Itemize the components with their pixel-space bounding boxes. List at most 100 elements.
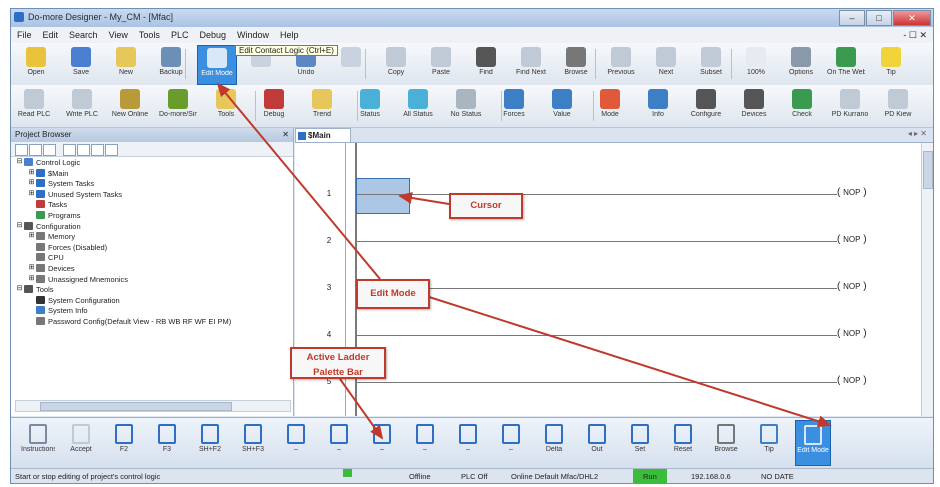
menu-edit[interactable]: Edit [43,27,59,43]
toolbar-button-devices[interactable]: Devices [735,87,773,125]
tree-item-cpu[interactable]: CPU [13,253,291,264]
palette-button-instructions-0[interactable]: Instructions [21,420,55,464]
tree-item-configuration[interactable]: ⊟ Configuration [13,221,291,233]
palette-button-delta-12[interactable]: Delta [537,420,571,464]
toolbar-button-pd-kiew[interactable]: PD Kiew [879,87,917,125]
expander-icon[interactable] [27,317,36,326]
ladder-editor[interactable]: ◂ ▸ ✕ $Main 1 ( NOP ) 2 ( NOP ) 3 ( NOP ) 4 ( N… [295,128,933,433]
expander-icon[interactable] [27,200,36,209]
palette-button-tip-17[interactable]: Tip [752,420,786,464]
tree-item-system-configuration[interactable]: System Configuration [13,295,291,307]
palette-button-sh-f2-4[interactable]: SH+F2 [193,420,227,464]
toolbar-button-do-more-sim[interactable]: Do-more/Sim [159,87,197,125]
toolbar-button-value[interactable]: Value [543,87,581,125]
palette-button-accept-1[interactable]: Accept [64,420,98,464]
toolbar-button-new[interactable]: New [107,45,145,83]
toolbar-button-browse[interactable]: Browse [557,45,595,83]
expander-icon[interactable]: ⊞ [27,190,36,199]
expander-icon[interactable] [27,243,36,252]
palette-button-sh-f3-5[interactable]: SH+F3 [236,420,270,464]
toolbar-button-options[interactable]: Options [782,45,820,83]
toolbar-button-100[interactable]: 100% [737,45,775,83]
palette-button-f2-2[interactable]: F2 [107,420,141,464]
toolbar-button-new-online[interactable]: New Online [111,87,149,125]
menu-window[interactable]: Window [237,27,269,43]
palette-button-out-13[interactable]: Out [580,420,614,464]
scrollbar-thumb[interactable] [923,151,933,189]
toolbar-button-previous[interactable]: Previous [602,45,640,83]
maximize-button[interactable]: □ [866,10,892,26]
toolbar-button-open[interactable]: Open [17,45,55,83]
toolbar-button-no-status[interactable]: No Status [447,87,485,125]
tree-item-unused-system-tasks[interactable]: ⊞ Unused System Tasks [13,189,291,201]
nop-instruction[interactable]: ( NOP ) [837,234,867,245]
tree-item-main[interactable]: ⊞ $Main [13,168,291,180]
tree-item-system-info[interactable]: System Info [13,306,291,317]
expander-icon[interactable]: ⊞ [27,179,36,188]
toolbar-button-on-the-web[interactable]: On The Web [827,45,865,83]
menu-file[interactable]: File [17,27,32,43]
toolbar-button-configure[interactable]: Configure [687,87,725,125]
toolbar-button-read-plc[interactable]: Read PLC [15,87,53,125]
tree-item-unassigned-mnemonics[interactable]: ⊞ Unassigned Mnemonics [13,274,291,286]
expander-icon[interactable]: ⊞ [27,264,36,273]
palette-button-reset-15[interactable]: Reset [666,420,700,464]
palette-button-blank-6[interactable]: – [279,420,313,464]
tree-item-programs[interactable]: Programs [13,210,291,222]
tree-item-control-logic[interactable]: ⊟ Control Logic [13,158,291,169]
palette-button-blank-10[interactable]: – [451,420,485,464]
toolbar-button-all-status[interactable]: All Status [399,87,437,125]
nop-instruction[interactable]: ( NOP ) [837,187,867,198]
palette-button-edit-mode-18[interactable]: Edit Mode [795,420,831,466]
expander-icon[interactable]: ⊞ [27,169,36,178]
toolbar-button-info[interactable]: Info [639,87,677,125]
help-icon[interactable] [105,144,118,156]
menu-search[interactable]: Search [69,27,98,43]
palette-button-blank-9[interactable]: – [408,420,442,464]
palette-button-blank-8[interactable]: – [365,420,399,464]
vertical-scrollbar[interactable] [921,143,933,416]
expander-icon[interactable]: ⊟ [15,222,24,231]
toolbar-button-next[interactable]: Next [647,45,685,83]
nop-instruction[interactable]: ( NOP ) [837,281,867,292]
tree-item-system-tasks[interactable]: ⊞ System Tasks [13,179,291,190]
edit-cursor[interactable] [356,178,410,214]
tree-item-tasks[interactable]: Tasks [13,200,291,211]
expander-icon[interactable] [27,296,36,305]
expander-icon[interactable]: ⊞ [27,232,36,241]
tree-item-forces-disabled[interactable]: Forces (Disabled) [13,242,291,254]
toolbar-button-debug[interactable]: Debug [255,87,293,125]
filter-icon[interactable] [43,144,56,156]
tab-main[interactable]: $Main [295,128,351,142]
expander-icon[interactable] [27,211,36,220]
close-icon[interactable]: ✕ [282,128,289,142]
menu-debug[interactable]: Debug [199,27,226,43]
toolbar-button-tools[interactable]: Tools [207,87,245,125]
palette-button-blank-11[interactable]: – [494,420,528,464]
palette-button-blank-7[interactable]: – [322,420,356,464]
palette-button-set-14[interactable]: Set [623,420,657,464]
toolbar-button-paste[interactable]: Paste [422,45,460,83]
toolbar-button-save[interactable]: Save [62,45,100,83]
toolbar-button-edit-mode[interactable]: Edit Mode [197,45,237,85]
menu-tools[interactable]: Tools [139,27,160,43]
tree-item-password-config-default-view-rb-wb-rf-wf-ei-pm[interactable]: Password Config(Default View - RB WB RF … [13,316,291,328]
tree-item-devices[interactable]: ⊞ Devices [13,263,291,275]
menu-plc[interactable]: PLC [171,27,189,43]
toolbar-button-tip[interactable]: Tip [872,45,910,83]
expander-icon[interactable]: ⊟ [15,158,24,167]
tab-controls[interactable]: ◂ ▸ ✕ [908,129,927,138]
tree-item-tools[interactable]: ⊟ Tools [13,285,291,296]
close-button[interactable]: ✕ [893,10,931,26]
scrollbar-thumb[interactable] [40,402,232,411]
toolbar-button-write-plc[interactable]: Write PLC [63,87,101,125]
expander-icon[interactable]: ⊟ [15,285,24,294]
collapse-all-icon[interactable] [15,144,28,156]
horizontal-scrollbar[interactable] [15,400,291,412]
expander-icon[interactable] [27,253,36,262]
menu-help[interactable]: Help [280,27,299,43]
toolbar-button-pd-kurrano[interactable]: PD Kurrano [831,87,869,125]
toolbar-button-find[interactable]: Find [467,45,505,83]
menu-view[interactable]: View [109,27,128,43]
toolbar-button-copy[interactable]: Copy [377,45,415,83]
